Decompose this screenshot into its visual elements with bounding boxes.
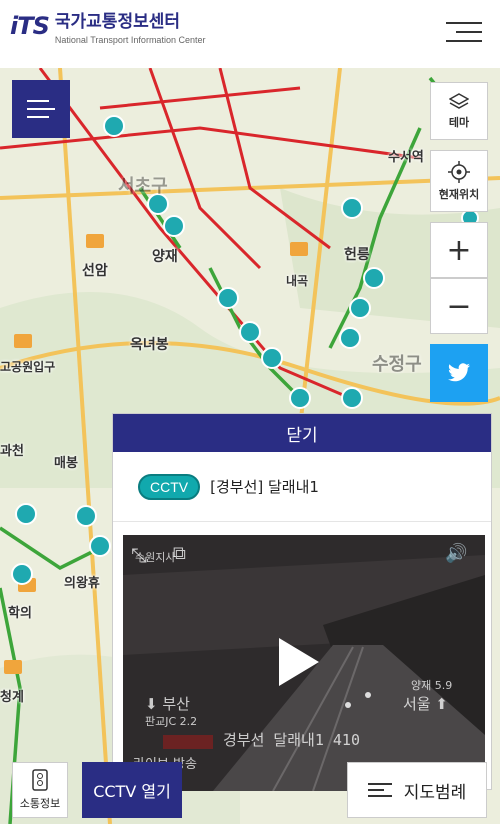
cctv-badge: CCTV xyxy=(138,473,201,500)
menu-line-icon xyxy=(446,40,482,42)
logo-title: 국가교통정보센터 xyxy=(54,12,181,32)
panel-title-row: CCTV [경부선] 달래내1 xyxy=(113,452,491,522)
map-label: 수정구 xyxy=(372,354,422,375)
video-caption: 경부선 달래내1 410 xyxy=(223,731,360,749)
theme-button[interactable]: 테마 xyxy=(430,82,488,140)
layers-icon xyxy=(449,92,469,109)
crosshair-icon xyxy=(448,160,470,183)
traffic-info-label: 소통정보 xyxy=(19,797,61,810)
twitter-icon xyxy=(448,363,470,382)
menu-line-icon xyxy=(446,22,482,24)
direction-left-label: 부산 xyxy=(162,695,190,713)
zoom-in-button[interactable]: + xyxy=(430,222,488,278)
menu-line-icon xyxy=(27,116,49,118)
menu-line-icon xyxy=(27,108,55,110)
map-label: 선암 xyxy=(82,263,108,279)
legend-label: 지도범례 xyxy=(403,782,467,803)
map-legend-button[interactable]: 지도범례 xyxy=(347,762,487,818)
map-label: 매봉 xyxy=(54,456,78,471)
close-panel-button[interactable]: 닫기 xyxy=(113,414,491,452)
layer-menu-button[interactable] xyxy=(12,80,70,138)
cctv-video[interactable]: 수원지사 ⤡ ⧉ 🔊 ⬇ 부산 판교JC 2.2 양재 5.9 서울 ⬆ 경부선… xyxy=(123,535,485,791)
direction-right: 서울 ⬆ xyxy=(403,695,448,713)
volume-icon[interactable]: 🔊 xyxy=(445,543,467,564)
menu-line-icon xyxy=(456,31,482,33)
map-label: 서초구 xyxy=(118,176,168,197)
theme-label: 테마 xyxy=(448,115,470,129)
twitter-button[interactable] xyxy=(430,344,488,402)
pip-icon[interactable]: ⧉ xyxy=(173,543,186,564)
map-label: 청계 xyxy=(0,690,24,705)
map-label: 양재 xyxy=(152,249,178,265)
traffic-info-button[interactable]: 소통정보 xyxy=(12,762,68,818)
traffic-light-icon xyxy=(32,769,48,791)
map-label: 옥녀봉 xyxy=(130,337,169,353)
its-logo[interactable]: iTS 국가교통정보센터 National Transport Informat… xyxy=(10,12,205,45)
main-menu-button[interactable] xyxy=(446,18,482,46)
location-label: 현재위치 xyxy=(438,187,480,201)
map-label: 고공원입구 xyxy=(0,360,56,374)
cctv-name: [경부선] 달래내1 xyxy=(210,478,319,496)
map-label: 수서역 xyxy=(388,150,424,165)
cctv-open-button[interactable]: CCTV 열기 xyxy=(82,762,182,818)
direction-right-sub: 양재 5.9 xyxy=(411,679,453,692)
map-label: 내곡 xyxy=(286,274,309,288)
expand-icon[interactable]: ⤡ xyxy=(131,543,147,567)
zoom-out-button[interactable]: − xyxy=(430,278,488,334)
current-location-button[interactable]: 현재위치 xyxy=(430,150,488,212)
legend-icon xyxy=(367,783,392,797)
logo-mark: iTS xyxy=(10,12,50,40)
direction-right-label: 서울 xyxy=(403,695,431,713)
play-icon[interactable] xyxy=(279,638,319,686)
direction-left-sub: 판교JC 2.2 xyxy=(145,715,198,728)
menu-line-icon xyxy=(27,100,49,102)
map-label: 과천 xyxy=(0,444,24,459)
map-label: 의왕휴 xyxy=(64,576,100,591)
cctv-panel: 닫기 CCTV [경부선] 달래내1 수원지사 ⤡ ⧉ 🔊 ⬇ 부산 판교JC … xyxy=(112,413,492,791)
logo-subtitle: National Transport Information Center xyxy=(54,35,206,45)
app-header: iTS 국가교통정보센터 National Transport Informat… xyxy=(0,0,500,68)
direction-left: ⬇ 부산 xyxy=(145,695,190,713)
map-label: 헌릉 xyxy=(344,247,370,263)
map-label: 학의 xyxy=(8,606,32,621)
